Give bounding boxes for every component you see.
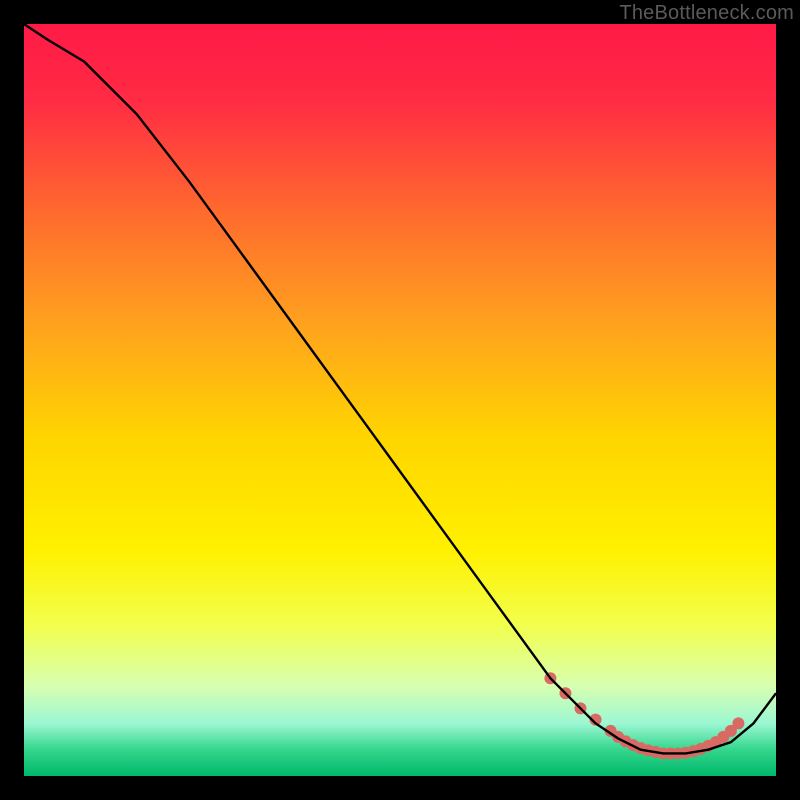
attribution-text: TheBottleneck.com [619, 2, 794, 25]
data-marker [732, 717, 744, 729]
bottleneck-curve-plot [24, 24, 776, 776]
chart-frame [24, 24, 776, 776]
gradient-background [24, 24, 776, 776]
